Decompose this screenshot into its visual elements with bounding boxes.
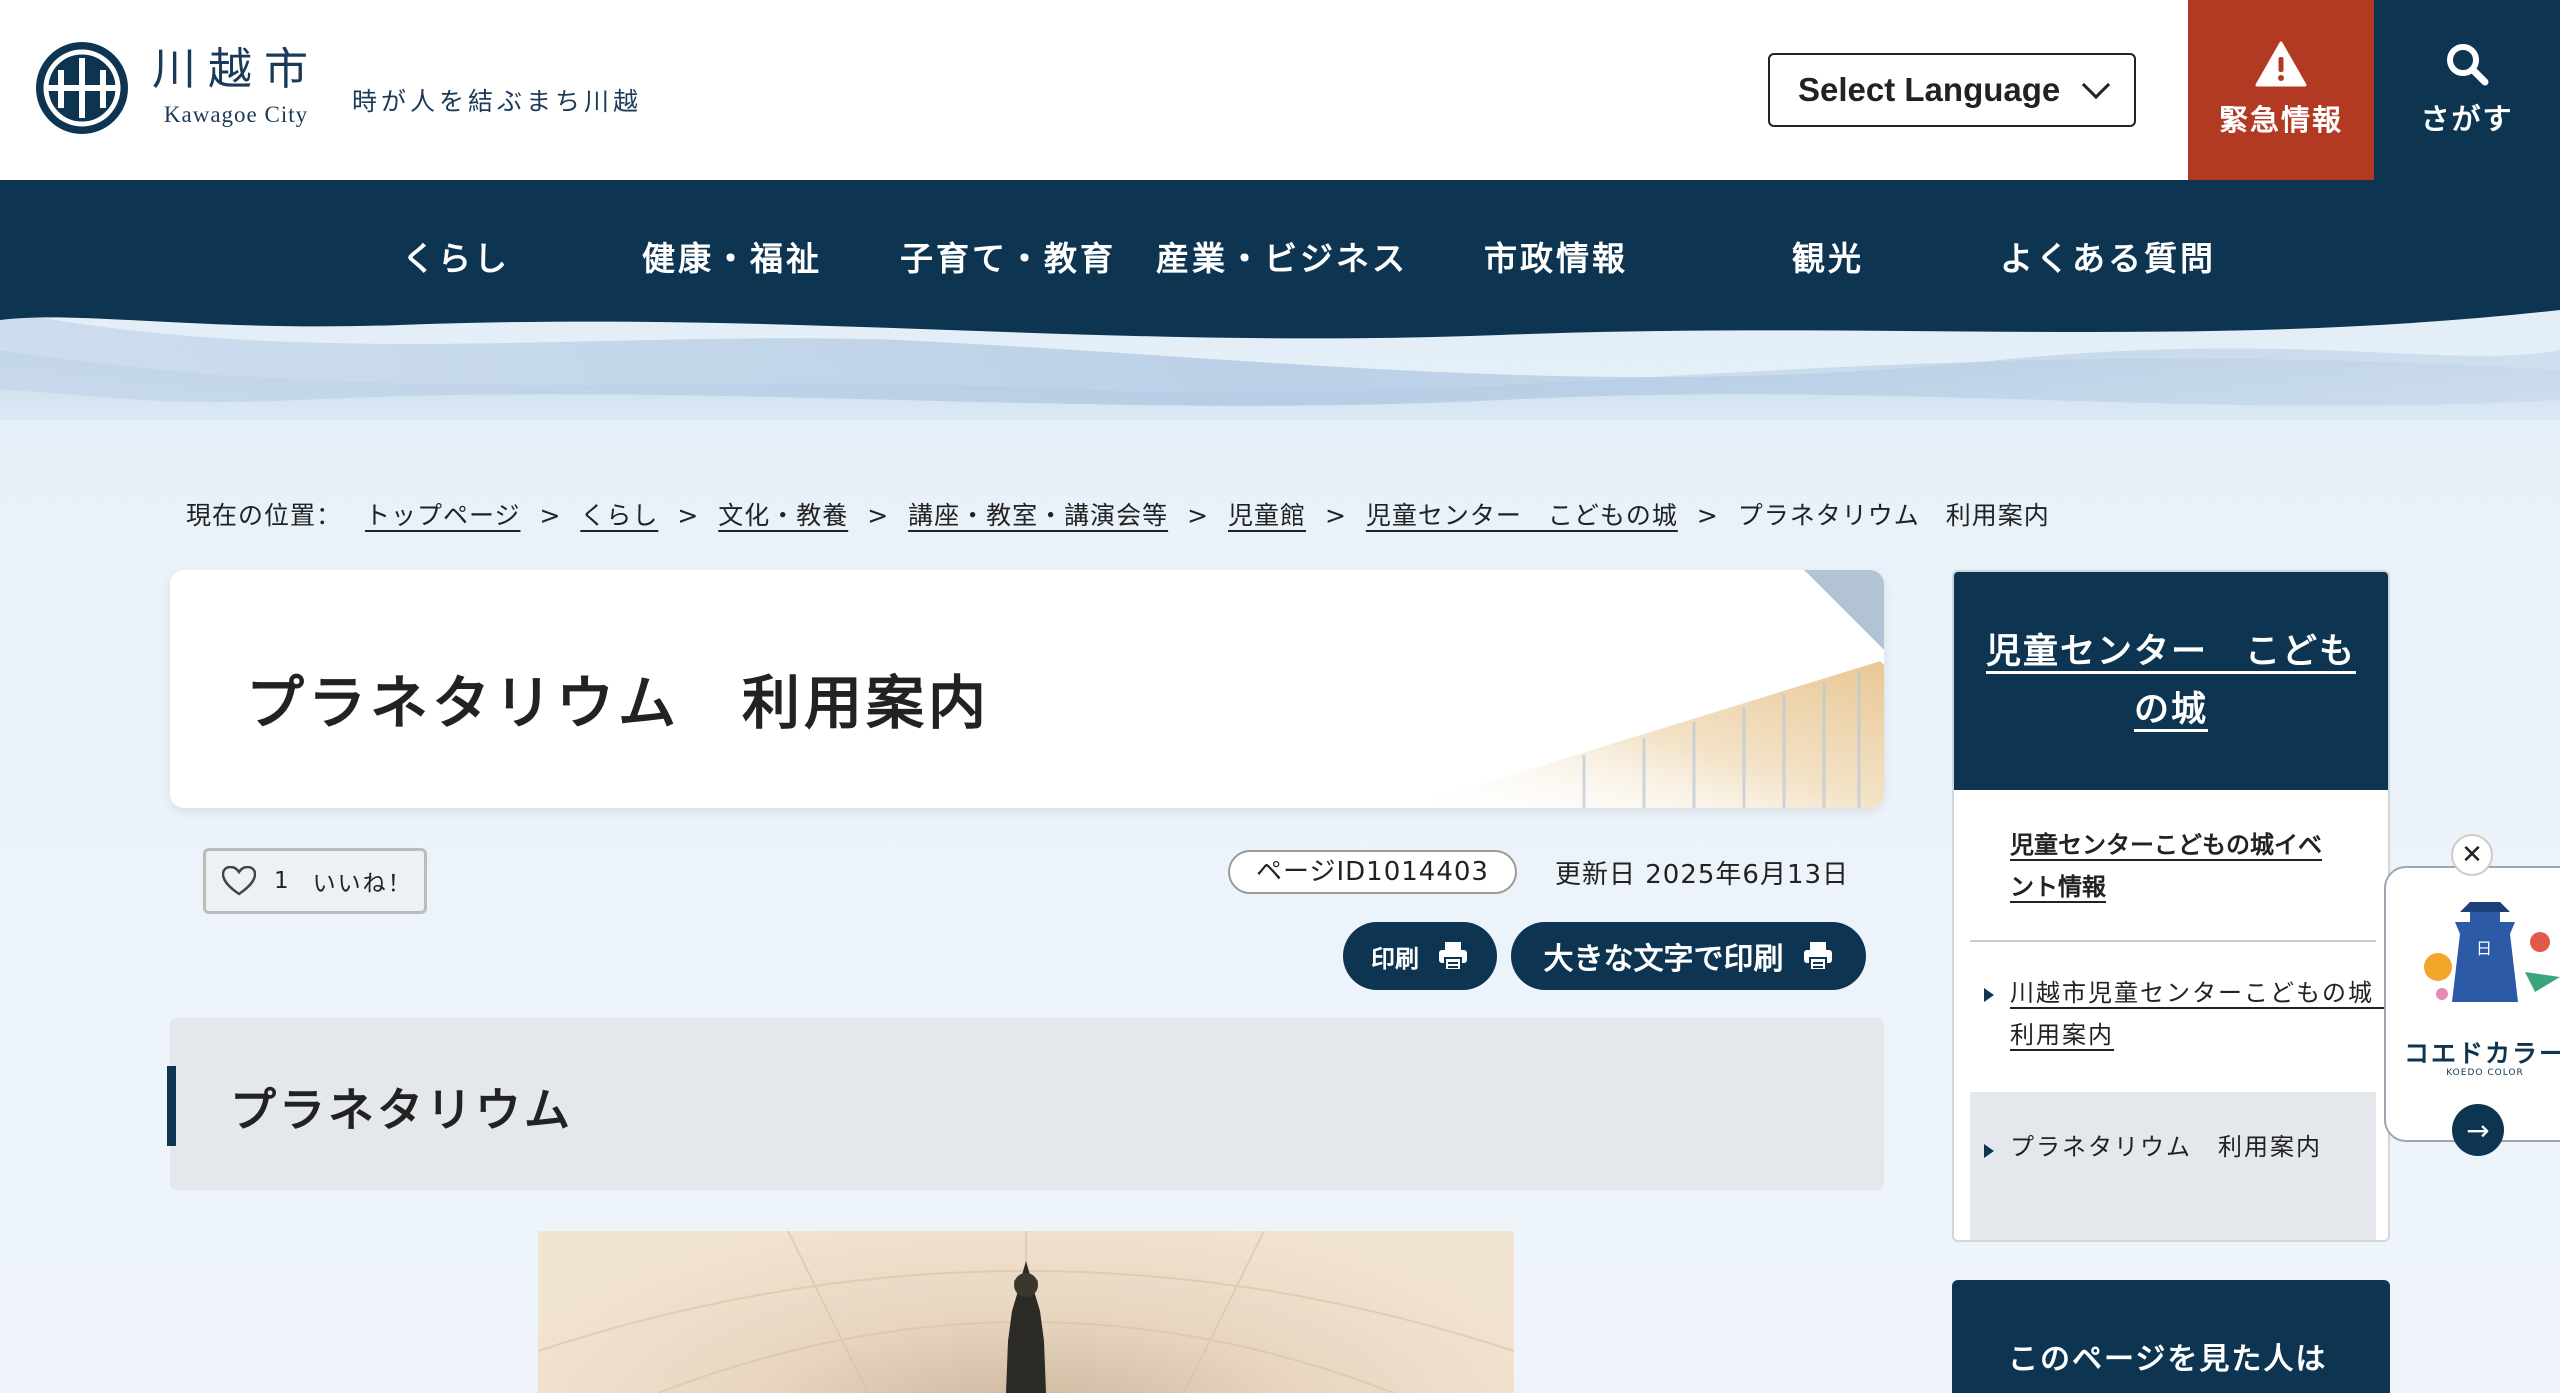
nav-item-tourism[interactable]: 観光	[1792, 232, 1864, 280]
breadcrumb: 現在の位置： トップページ > くらし > 文化・教養 > 講座・教室・講演会等…	[186, 496, 2050, 532]
sidebar-item-usage-guide[interactable]: 川越市児童センターこどもの城 利用案内	[1970, 972, 2388, 1056]
logo-japanese-text: 川越市	[152, 44, 320, 95]
site-header: 川越市 Kawagoe City 時が人を結ぶまち川越 Select Langu…	[0, 0, 2560, 180]
breadcrumb-lead: 現在の位置：	[186, 501, 343, 530]
arrow-right-icon[interactable]: →	[2452, 1104, 2504, 1156]
breadcrumb-current: プラネタリウム 利用案内	[1737, 501, 2050, 530]
like-button[interactable]: 1 いいね！	[203, 848, 427, 914]
sidebar-event-link[interactable]: 児童センターこどもの城イベント情報	[2010, 824, 2330, 908]
breadcrumb-link-kurashi[interactable]: くらし	[580, 501, 658, 530]
sidebar-item-planetarium-current: プラネタリウム 利用案内	[1970, 1092, 2376, 1240]
related-pages-heading: このページを見た人は	[2008, 1342, 2328, 1377]
triangle-right-icon	[1984, 988, 1994, 1002]
chevron-down-icon	[2081, 70, 2111, 100]
nav-item-city-info[interactable]: 市政情報	[1484, 232, 1628, 280]
svg-text:日: 日	[2476, 939, 2492, 958]
printer-icon	[1803, 942, 1832, 971]
breadcrumb-link-top[interactable]: トップページ	[365, 501, 521, 530]
sidebar-item-label: プラネタリウム 利用案内	[2010, 1133, 2322, 1161]
nav-item-kurashi[interactable]: くらし	[402, 232, 510, 280]
like-label: いいね！	[312, 871, 413, 897]
breadcrumb-separator: >	[539, 501, 562, 530]
search-label: さがす	[2420, 102, 2514, 136]
language-select[interactable]: Select Language	[1768, 53, 2136, 127]
heart-icon	[222, 866, 256, 896]
nav-item-faq[interactable]: よくある質問	[2000, 232, 2216, 280]
nav-item-health-welfare[interactable]: 健康・福祉	[642, 232, 822, 280]
breadcrumb-link-jidoukan[interactable]: 児童館	[1228, 501, 1306, 530]
sidebar-heading-box: 児童センター こどもの城	[1954, 572, 2388, 790]
print-large-text-button[interactable]: 大きな文字で印刷	[1511, 922, 1866, 990]
search-icon	[2447, 44, 2489, 86]
triangle-right-icon	[1984, 1144, 1994, 1158]
warning-icon	[2255, 41, 2307, 87]
koedo-color-illustration: 日	[2424, 902, 2560, 1002]
city-tagline: 時が人を結ぶまち川越	[352, 87, 643, 116]
breadcrumb-separator: >	[677, 501, 700, 530]
page-id-badge: ページID1014403	[1228, 850, 1517, 894]
page-title: プラネタリウム 利用案内	[246, 669, 991, 737]
emergency-info-button[interactable]: 緊急情報	[2188, 0, 2374, 180]
breadcrumb-separator: >	[867, 501, 890, 530]
breadcrumb-separator: >	[1696, 501, 1719, 530]
breadcrumb-link-culture[interactable]: 文化・教養	[718, 501, 848, 530]
like-count: 1	[274, 868, 289, 894]
planetarium-photo	[538, 1231, 1514, 1393]
sidebar-divider	[1970, 940, 2376, 942]
sidebar-item-label: 川越市児童センターこどもの城 利用案内	[2010, 979, 2388, 1049]
print-label: 印刷	[1371, 944, 1419, 973]
page-title-card: プラネタリウム 利用案内	[170, 570, 1884, 808]
updated-date: 更新日 2025年6月13日	[1555, 860, 1850, 890]
nav-item-childcare-education[interactable]: 子育て・教育	[900, 232, 1116, 280]
sidebar-heading-link[interactable]: 児童センター こどもの城	[1974, 623, 2368, 739]
banner-title: コエドカラー	[2403, 1039, 2560, 1068]
print-button[interactable]: 印刷	[1343, 922, 1497, 990]
local-nav-sidebar: 児童センター こどもの城 児童センターこどもの城イベント情報 川越市児童センター…	[1952, 570, 2390, 1242]
title-decoration	[1404, 570, 1884, 808]
breadcrumb-separator: >	[1187, 501, 1210, 530]
search-button[interactable]: さがす	[2374, 0, 2560, 180]
print-large-label: 大きな文字で印刷	[1543, 942, 1784, 977]
heading-accent-bar	[167, 1066, 176, 1146]
section-heading-box: プラネタリウム	[167, 1018, 1884, 1190]
nav-wave-decoration	[0, 290, 2560, 420]
breadcrumb-link-courses[interactable]: 講座・教室・講演会等	[908, 501, 1168, 530]
emergency-info-label: 緊急情報	[2218, 103, 2343, 137]
breadcrumb-separator: >	[1324, 501, 1347, 530]
close-banner-button[interactable]: ✕	[2451, 834, 2493, 876]
section-heading: プラネタリウム	[230, 1083, 573, 1137]
printer-icon	[1439, 942, 1467, 971]
city-emblem-icon	[36, 42, 128, 134]
site-logo[interactable]: 川越市 Kawagoe City	[34, 40, 320, 136]
breadcrumb-link-kodomo-no-shiro[interactable]: 児童センター こどもの城	[1366, 501, 1678, 530]
planetarium-projector-image	[538, 1231, 1514, 1393]
nav-item-industry-business[interactable]: 産業・ビジネス	[1156, 232, 1408, 280]
logo-english-text: Kawagoe City	[163, 102, 309, 127]
banner-subtitle: KOEDO COLOR	[2446, 1068, 2524, 1078]
related-pages-box: このページを見た人は	[1952, 1280, 2390, 1393]
language-select-label: Select Language	[1798, 71, 2061, 108]
koedo-color-banner[interactable]: 日 コエドカラー KOEDO COLOR →	[2384, 866, 2560, 1156]
